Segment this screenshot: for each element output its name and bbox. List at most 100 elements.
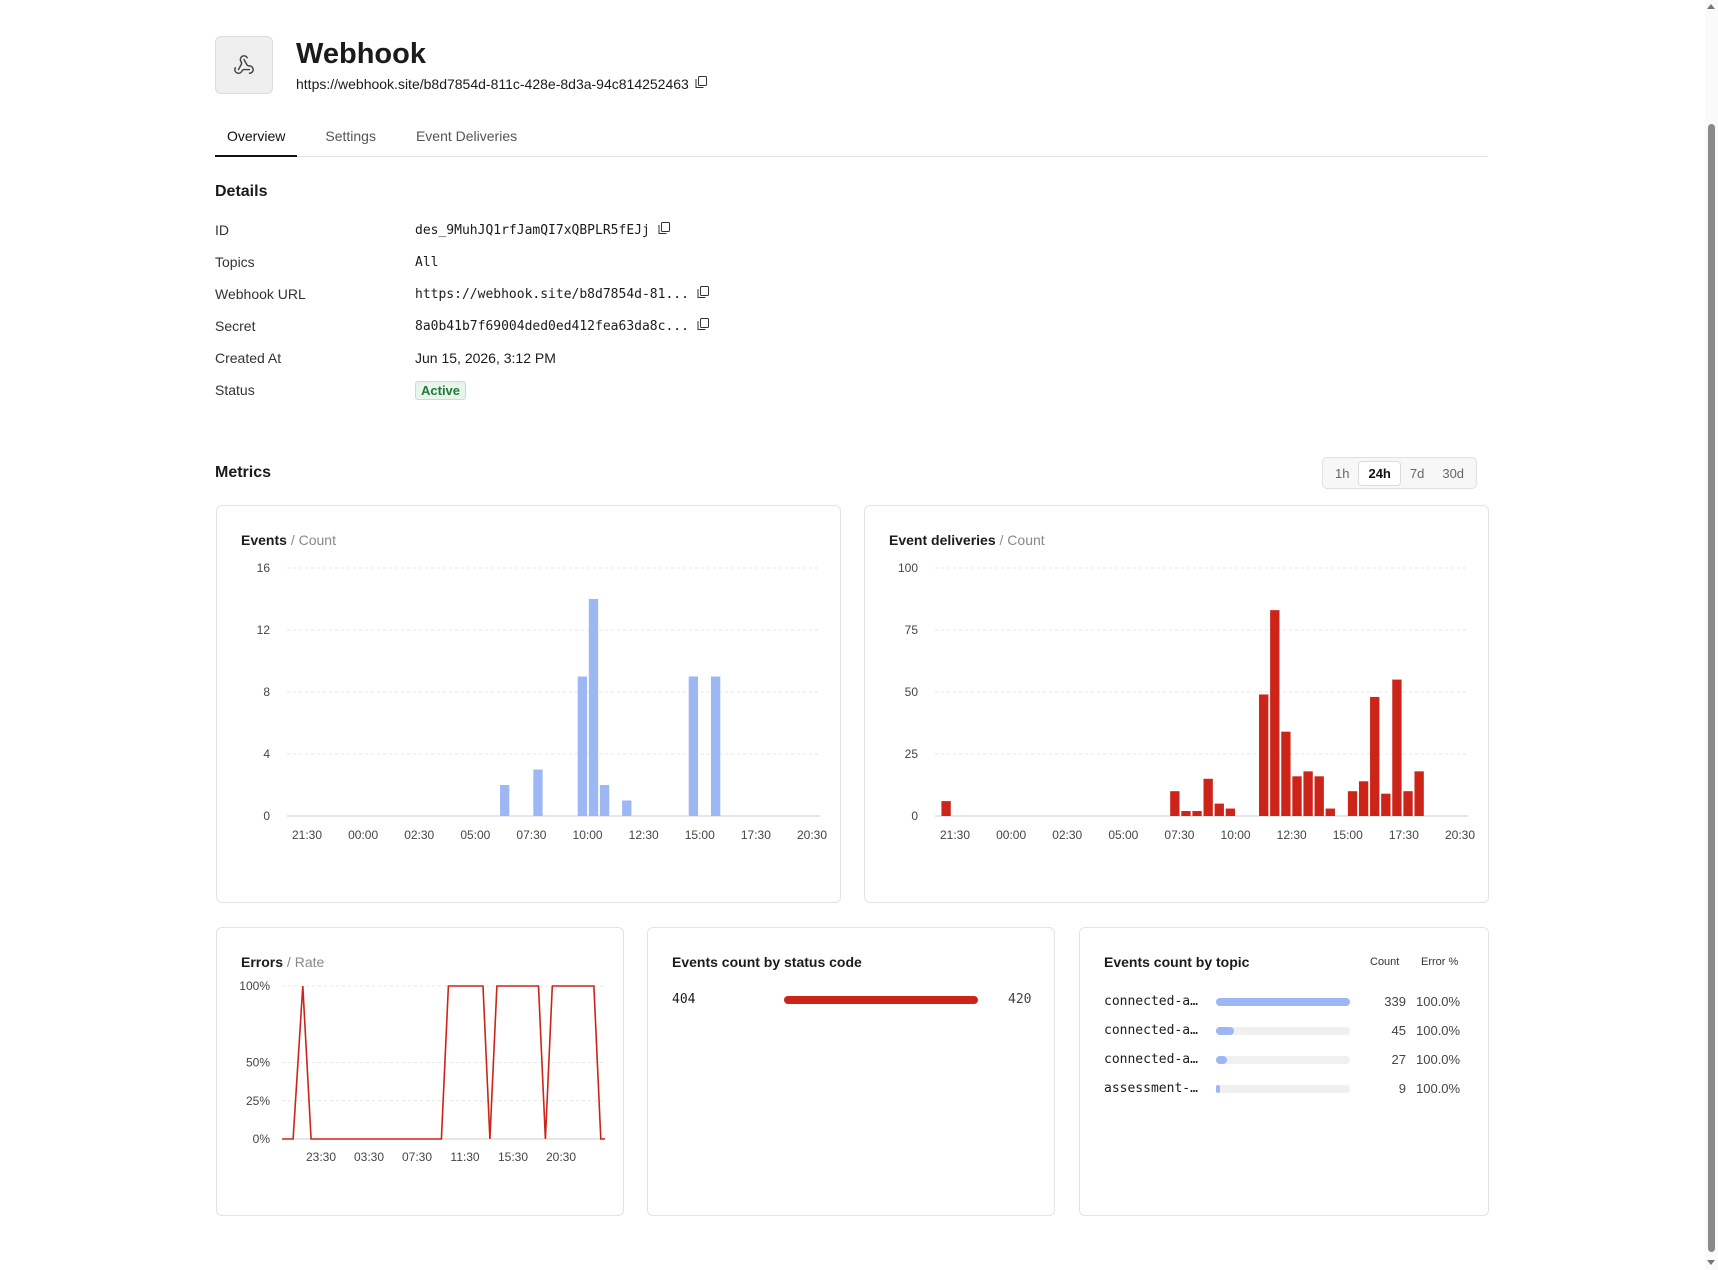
topic-bar [1216,1027,1234,1035]
topic-row: connected-a… 27 100.0% [1104,1049,1464,1071]
copy-icon[interactable] [658,221,670,239]
x-tick-label: 15:30 [498,1150,528,1164]
topic-bar [1216,1056,1227,1064]
chart-bar [577,676,588,816]
time-range-selector: 1h 24h 7d 30d [1322,457,1478,489]
detail-row-status: Status Active [215,374,1015,406]
status-badge: Active [415,380,467,400]
copy-icon[interactable] [697,285,709,303]
copy-icon[interactable] [697,317,709,335]
topic-name: connected-a… [1104,1023,1198,1038]
x-tick-label: 02:30 [1052,828,1082,842]
x-tick-label: 12:30 [1277,828,1307,842]
count-column-header: Count [1370,956,1400,968]
webhook-url-text: https://webhook.site/b8d7854d-811c-428e-… [296,76,689,92]
y-tick-label: 100% [239,979,270,993]
chart-bar [1192,811,1202,816]
topic-card: Events count by topic Count Error % conn… [1079,927,1489,1216]
topic-error-rate: 100.0% [1416,1052,1461,1067]
x-tick-label: 23:30 [306,1150,336,1164]
chart-bar [622,800,632,816]
chart-bar [1325,808,1335,816]
x-tick-label: 20:30 [546,1150,576,1164]
page-title: Webhook [296,38,426,70]
chart-bar [599,785,610,816]
chart-bar [1181,811,1191,816]
topic-error-rate: 100.0% [1416,1081,1461,1096]
x-tick-label: 11:30 [450,1150,479,1164]
range-30d-button[interactable]: 30d [1433,462,1473,485]
chart-bar [1203,778,1213,816]
tab-settings[interactable]: Settings [313,116,388,156]
chart-bar [1281,731,1291,816]
status-code-bar-track [784,996,978,1004]
chart-bar [1303,771,1313,816]
topic-count: 45 [1391,1023,1406,1038]
x-tick-label: 07:30 [402,1150,432,1164]
detail-label: Secret [215,318,256,334]
status-code: 404 [672,992,696,1007]
x-tick-label: 21:30 [940,828,970,842]
x-tick-label: 12:30 [629,828,659,842]
y-tick-label: 0 [263,809,270,823]
detail-value: Active [415,380,467,400]
x-tick-label: 10:00 [573,828,603,842]
detail-label: Webhook URL [215,286,306,302]
chart-bar [941,801,951,816]
detail-value: 8a0b41b7f69004ded0ed412fea63da8c... [415,317,709,335]
x-tick-label: 17:30 [741,828,771,842]
y-tick-label: 0 [911,809,918,823]
tab-event-deliveries[interactable]: Event Deliveries [404,116,529,156]
detail-value: https://webhook.site/b8d7854d-81... [415,285,709,303]
scroll-up-arrow-icon[interactable] [1707,4,1715,9]
status-code-bar [784,996,978,1004]
error-column-header: Error % [1421,956,1459,968]
y-tick-label: 4 [263,747,270,761]
x-tick-label: 15:00 [1333,828,1363,842]
range-1h-button[interactable]: 1h [1326,462,1358,485]
chart-bar [1314,776,1324,816]
errors-chart: 0% 25% 50% 100% 23:30 03:30 07:30 11:30 15:30 20:… [239,979,605,1164]
metrics-heading: Metrics [215,464,272,481]
detail-label: Topics [215,254,255,270]
detail-row-secret: Secret 8a0b41b7f69004ded0ed412fea63da8c.… [215,310,1015,342]
y-tick-label: 0% [253,1132,271,1146]
chart-bar [1414,771,1424,816]
topic-bar-track [1216,1056,1350,1064]
topic-error-rate: 100.0% [1416,994,1461,1009]
detail-row-topics: Topics All [215,246,1015,278]
y-tick-label: 16 [257,561,271,575]
status-code-card: Events count by status code 404 420 [647,927,1055,1216]
copy-icon[interactable] [695,74,707,94]
y-tick-label: 100 [898,561,918,575]
y-tick-label: 25 [905,747,919,761]
x-tick-label: 05:00 [460,828,490,842]
chart-bar [1214,803,1224,816]
scrollbar-thumb[interactable] [1708,124,1715,1252]
scroll-down-arrow-icon[interactable] [1707,1260,1715,1265]
chart-bar [1292,776,1302,816]
x-tick-label: 02:30 [404,828,434,842]
x-tick-label: 03:30 [354,1150,384,1164]
detail-label: Status [215,382,255,398]
detail-label: Created At [215,350,282,366]
y-tick-label: 50 [905,685,919,699]
range-24h-button[interactable]: 24h [1358,460,1401,486]
detail-value: des_9MuhJQ1rfJamQI7xQBPLR5fEJj [415,221,670,239]
detail-label: ID [215,222,229,238]
page-scrollbar[interactable] [1705,0,1718,1270]
detail-row-created-at: Created At Jun 15, 2026, 3:12 PM [215,342,1015,374]
chart-bar [588,599,599,816]
topic-bar-track [1216,1027,1350,1035]
topic-name: connected-a… [1104,994,1198,1009]
webhook-icon [215,36,273,94]
x-tick-label: 07:30 [1164,828,1194,842]
topic-row: connected-a… 45 100.0% [1104,1020,1464,1042]
details-heading: Details [215,183,268,200]
y-tick-label: 8 [263,685,270,699]
y-tick-label: 75 [905,623,919,637]
chart-bar [1170,791,1180,816]
tab-overview[interactable]: Overview [215,116,298,157]
range-7d-button[interactable]: 7d [1401,462,1433,485]
chart-bar [1347,791,1358,816]
